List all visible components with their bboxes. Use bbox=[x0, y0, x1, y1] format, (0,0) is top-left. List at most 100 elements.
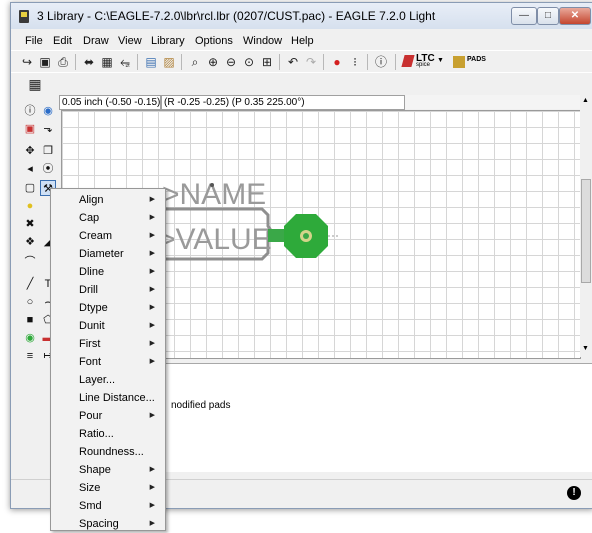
open-icon[interactable]: ↪ bbox=[19, 54, 35, 70]
menu-item-roundness[interactable]: Roundness... bbox=[51, 443, 165, 461]
board-icon[interactable]: ▦ bbox=[99, 54, 115, 70]
scroll-up-icon[interactable]: ▲ bbox=[582, 97, 589, 104]
undo-icon[interactable]: ↶ bbox=[285, 54, 301, 70]
vertical-scrollbar[interactable]: ▲ ▼ bbox=[580, 95, 592, 357]
submenu-arrow-icon: ▶ bbox=[149, 322, 155, 329]
menu-window[interactable]: Window bbox=[243, 35, 282, 47]
coordinate-bar: 0.05 inch (-0.50 -0.15) (R -0.25 -0.25) … bbox=[59, 95, 592, 110]
wire-icon[interactable]: ╱ bbox=[22, 276, 38, 292]
menu-library[interactable]: Library bbox=[151, 35, 185, 47]
rect-icon[interactable]: ■ bbox=[22, 312, 38, 328]
submenu-arrow-icon: ▶ bbox=[149, 412, 155, 419]
submenu-arrow-icon: ▶ bbox=[149, 304, 155, 311]
menu-help[interactable]: Help bbox=[291, 35, 314, 47]
menu-item-cap[interactable]: Cap ▶ bbox=[51, 209, 165, 227]
add-icon[interactable]: ❖ bbox=[22, 234, 38, 250]
script-icon[interactable]: ▤ bbox=[143, 54, 159, 70]
menu-bar: File Edit Draw View Library Options Wind… bbox=[11, 32, 592, 50]
save-icon[interactable]: ▣ bbox=[37, 54, 53, 70]
menu-item-cream[interactable]: Cream ▶ bbox=[51, 227, 165, 245]
submenu-arrow-icon: ▶ bbox=[149, 466, 155, 473]
menu-item-layer[interactable]: Layer... bbox=[51, 371, 165, 389]
hole-icon[interactable]: ≡ bbox=[22, 348, 38, 364]
menu-item-diameter[interactable]: Diameter ▶ bbox=[51, 245, 165, 263]
paste-icon[interactable]: ● bbox=[22, 198, 38, 214]
delete-icon[interactable]: ✖ bbox=[22, 216, 38, 232]
info-icon[interactable]: ⓘ bbox=[22, 103, 38, 119]
name-label[interactable]: >NAME bbox=[162, 178, 266, 211]
group-icon[interactable]: ▢ bbox=[22, 180, 38, 196]
main-toolbar: ↪ ▣ ⎙ ⬌ ▦ ⭂ ▤ ▨ ⌕ ⊕ ⊖ ⊙ ⊞ ↶ ↷ ● ⁝ ⓘ LTC … bbox=[11, 50, 592, 73]
origin-marker bbox=[210, 183, 214, 187]
submenu-arrow-icon: ▶ bbox=[149, 358, 155, 365]
minimize-button[interactable]: — bbox=[511, 7, 537, 25]
pads-button[interactable]: PADS bbox=[453, 55, 487, 69]
move-icon[interactable]: ✥ bbox=[22, 143, 38, 159]
cam-icon[interactable]: ⬌ bbox=[81, 54, 97, 70]
stop-icon[interactable]: ● bbox=[329, 54, 345, 70]
change-context-menu: Align ▶ Cap ▶ Cream ▶ Diameter ▶ Dline ▶ Dril… bbox=[50, 188, 166, 531]
menu-item-dtype[interactable]: Dtype ▶ bbox=[51, 299, 165, 317]
menu-file[interactable]: File bbox=[25, 35, 43, 47]
menu-item-size[interactable]: Size ▶ bbox=[51, 479, 165, 497]
submenu-arrow-icon: ▶ bbox=[149, 268, 155, 275]
submenu-arrow-icon: ▶ bbox=[149, 520, 155, 527]
submenu-arrow-icon: ▶ bbox=[149, 484, 155, 491]
schematic-icon[interactable]: ⭂ bbox=[117, 54, 133, 70]
pad-icon[interactable]: ◉ bbox=[22, 330, 38, 346]
layers-icon[interactable]: ▣ bbox=[22, 121, 38, 137]
redo-icon[interactable]: ↷ bbox=[303, 54, 319, 70]
menu-item-pour[interactable]: Pour ▶ bbox=[51, 407, 165, 425]
menu-item-spacing[interactable]: Spacing ▶ bbox=[51, 515, 165, 533]
submenu-arrow-icon: ▶ bbox=[149, 340, 155, 347]
toolbar-separator bbox=[181, 54, 182, 70]
toolbar-separator bbox=[137, 54, 138, 70]
copy-icon[interactable]: ❐ bbox=[40, 143, 56, 159]
toolbar-separator bbox=[395, 54, 396, 70]
split-icon[interactable]: ⌒ bbox=[22, 254, 38, 270]
grid-coordinates: 0.05 inch (-0.50 -0.15) bbox=[59, 95, 161, 110]
menu-item-shape[interactable]: Shape ▶ bbox=[51, 461, 165, 479]
close-button[interactable]: ✕ bbox=[559, 7, 591, 25]
help-icon[interactable]: ⓘ bbox=[373, 54, 389, 70]
redraw-icon[interactable]: ⊙ bbox=[241, 54, 257, 70]
maximize-button[interactable]: □ bbox=[537, 7, 559, 25]
ulp-icon[interactable]: ▨ bbox=[161, 54, 177, 70]
menu-view[interactable]: View bbox=[118, 35, 142, 47]
mirror-icon[interactable]: ◂ bbox=[22, 161, 38, 177]
value-label[interactable]: >VALUE bbox=[158, 223, 272, 256]
show-icon[interactable]: ◉ bbox=[40, 103, 56, 119]
polar-coordinates: (R -0.25 -0.25) (P 0.35 225.00°) bbox=[161, 95, 405, 110]
mark-icon[interactable]: ⬎ bbox=[40, 121, 56, 137]
ltspice-button[interactable]: LTC spice ▼ bbox=[401, 53, 445, 70]
rotate-icon[interactable]: ⦿ bbox=[40, 161, 56, 177]
go-icon[interactable]: ⁝ bbox=[347, 54, 363, 70]
menu-item-ratio[interactable]: Ratio... bbox=[51, 425, 165, 443]
toolbar-separator bbox=[323, 54, 324, 70]
title-bar[interactable]: 3 Library - C:\EAGLE-7.2.0\lbr\rcl.lbr (… bbox=[11, 3, 592, 29]
grid-icon[interactable]: ▦ bbox=[27, 76, 43, 92]
menu-item-smd[interactable]: Smd ▶ bbox=[51, 497, 165, 515]
menu-item-line-distance[interactable]: Line Distance... bbox=[51, 389, 165, 407]
submenu-arrow-icon: ▶ bbox=[149, 286, 155, 293]
zoom-out-icon[interactable]: ⊖ bbox=[223, 54, 239, 70]
menu-item-align[interactable]: Align ▶ bbox=[51, 191, 165, 209]
scroll-down-icon[interactable]: ▼ bbox=[582, 345, 589, 352]
menu-item-dline[interactable]: Dline ▶ bbox=[51, 263, 165, 281]
zoom-select-icon[interactable]: ⊞ bbox=[259, 54, 275, 70]
menu-options[interactable]: Options bbox=[195, 35, 233, 47]
menu-item-font[interactable]: Font ▶ bbox=[51, 353, 165, 371]
menu-item-first[interactable]: First ▶ bbox=[51, 335, 165, 353]
zoom-fit-icon[interactable]: ⌕ bbox=[187, 54, 203, 70]
dropdown-arrow-icon[interactable]: ▼ bbox=[437, 57, 444, 64]
menu-item-dunit[interactable]: Dunit ▶ bbox=[51, 317, 165, 335]
stop-command-icon[interactable]: ! bbox=[567, 486, 581, 500]
scroll-thumb[interactable] bbox=[581, 179, 591, 283]
menu-item-drill[interactable]: Drill ▶ bbox=[51, 281, 165, 299]
menu-draw[interactable]: Draw bbox=[83, 35, 109, 47]
circle-icon[interactable]: ○ bbox=[22, 294, 38, 310]
zoom-in-icon[interactable]: ⊕ bbox=[205, 54, 221, 70]
print-icon[interactable]: ⎙ bbox=[55, 54, 71, 70]
menu-edit[interactable]: Edit bbox=[53, 35, 72, 47]
drill-center bbox=[303, 233, 309, 239]
